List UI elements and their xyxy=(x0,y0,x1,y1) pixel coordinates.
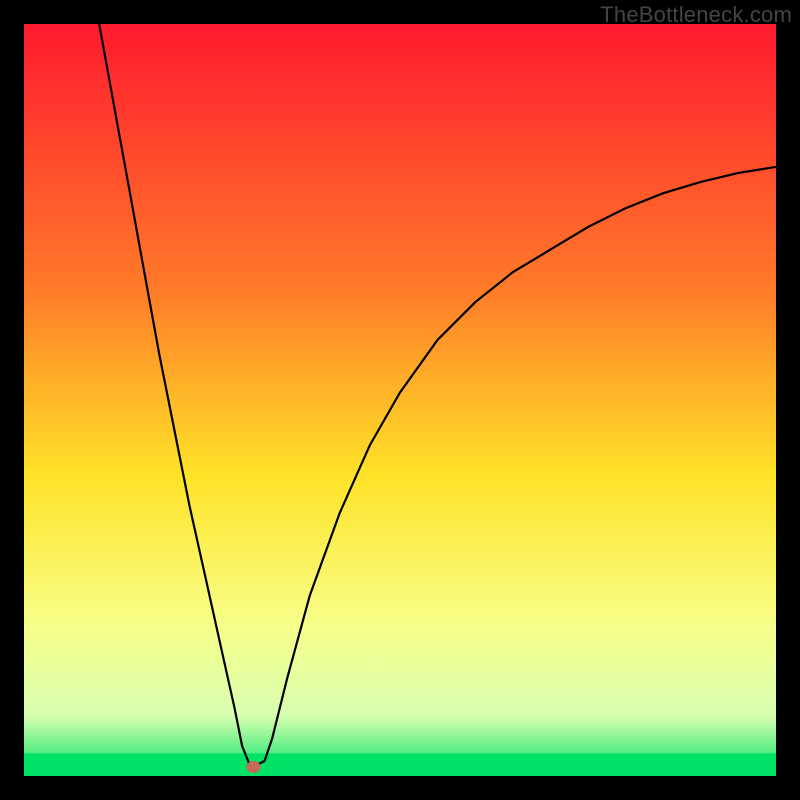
chart-svg xyxy=(24,24,776,776)
plot-area xyxy=(24,24,776,776)
heat-gradient-background xyxy=(24,24,776,776)
watermark-text: TheBottleneck.com xyxy=(600,2,792,28)
bottom-green-band xyxy=(24,753,776,776)
chart-frame: TheBottleneck.com xyxy=(0,0,800,800)
minimum-marker xyxy=(246,761,260,773)
